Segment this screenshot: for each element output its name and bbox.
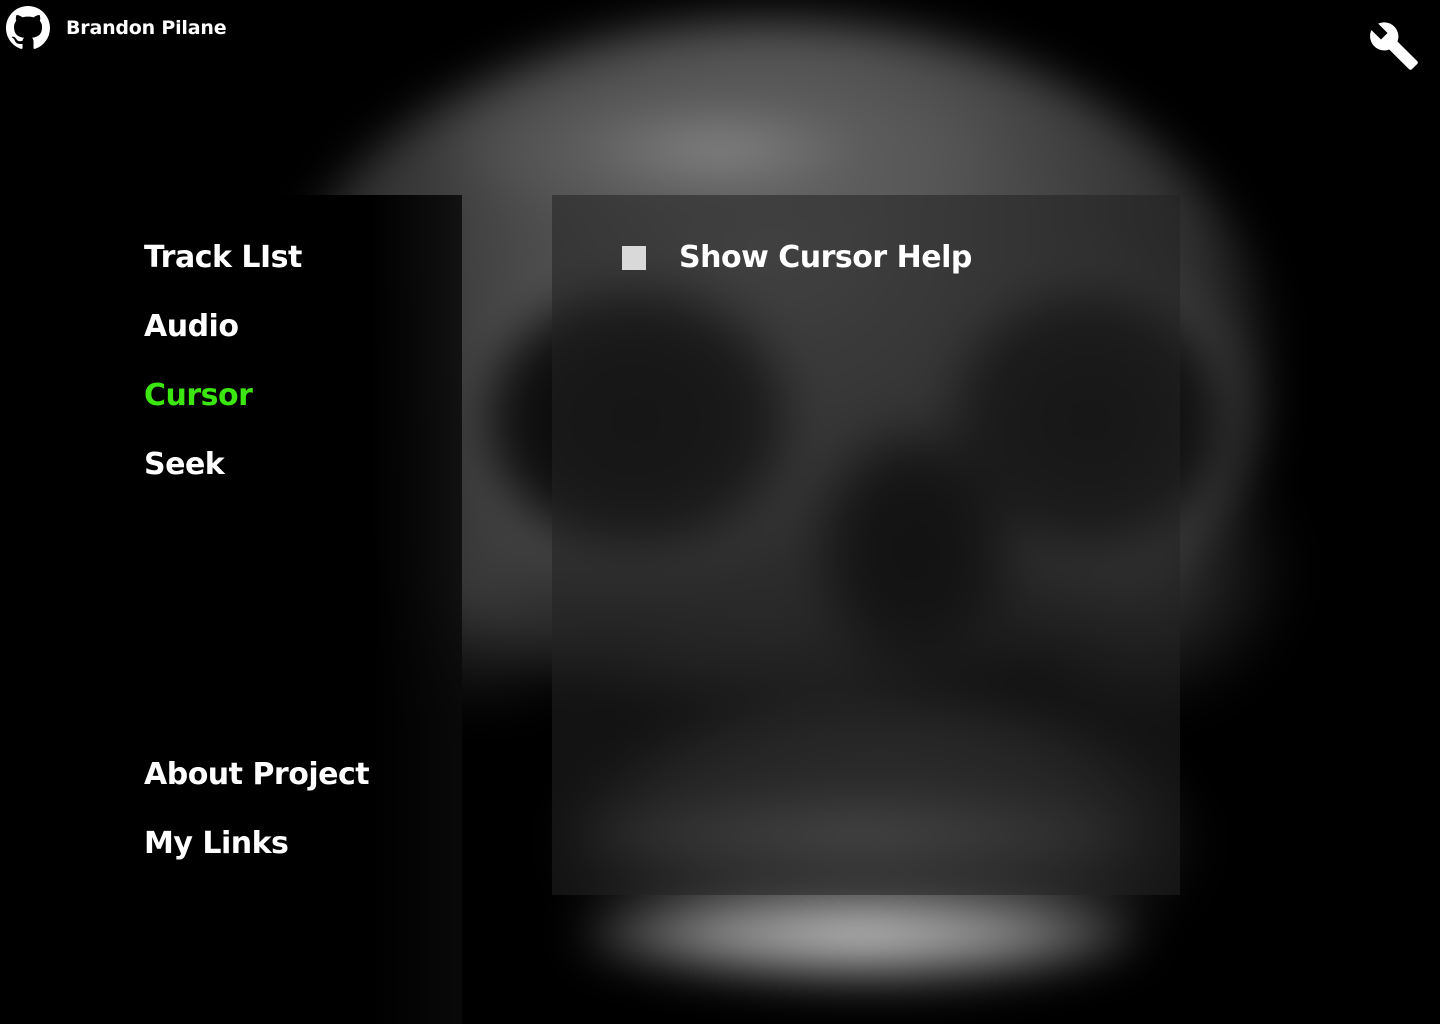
author-link-group[interactable]: Brandon Pilane (6, 6, 227, 50)
wrench-icon (1370, 22, 1418, 70)
nav-item-my-links[interactable]: My Links (144, 826, 289, 862)
nav-item-track-list[interactable]: Track LIst (144, 240, 302, 276)
settings-content-panel (552, 195, 1180, 895)
settings-button[interactable] (1368, 20, 1420, 72)
app-root: Brandon Pilane Track LIst Audio Cursor S… (0, 0, 1440, 1024)
show-cursor-help-option[interactable]: Show Cursor Help (622, 240, 972, 276)
nav-item-audio[interactable]: Audio (144, 309, 239, 345)
nav-item-cursor[interactable]: Cursor (144, 378, 253, 414)
nav-item-about-project[interactable]: About Project (144, 757, 370, 793)
show-cursor-help-checkbox[interactable] (622, 246, 646, 270)
nav-item-seek[interactable]: Seek (144, 447, 225, 483)
author-name-link[interactable]: Brandon Pilane (66, 17, 227, 39)
show-cursor-help-label[interactable]: Show Cursor Help (679, 240, 972, 276)
github-icon[interactable] (6, 6, 50, 50)
